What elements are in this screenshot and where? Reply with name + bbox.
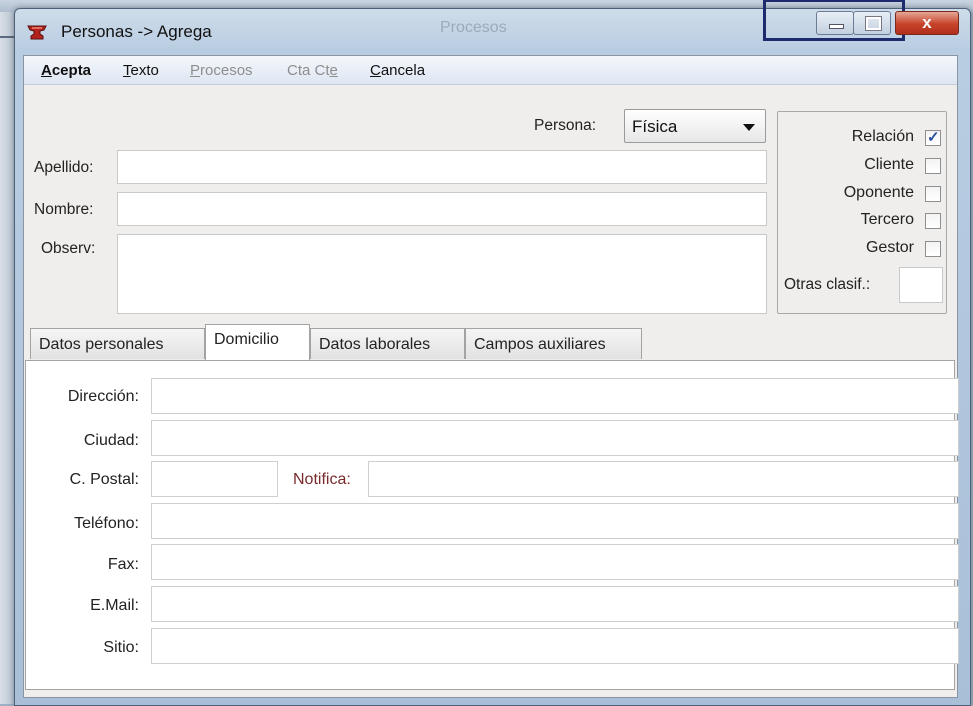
tab-datos-laborales[interactable]: Datos laborales xyxy=(310,328,465,359)
menu-texto[interactable]: Texto xyxy=(123,62,159,79)
apellido-field[interactable] xyxy=(117,150,767,184)
domicilio-panel: Dirección: Ciudad: C. Postal: Notifica: … xyxy=(25,360,959,690)
tab-campos-auxiliares[interactable]: Campos auxiliares xyxy=(465,328,642,359)
nombre-label: Nombre: xyxy=(34,201,94,218)
personas-window: Personas -> Agrega Procesos x Acepta Tex… xyxy=(14,0,971,706)
cliente-checkbox[interactable] xyxy=(925,158,941,174)
tercero-checkbox[interactable] xyxy=(925,213,941,229)
sitio-field[interactable] xyxy=(151,628,959,664)
notifica-label: Notifica: xyxy=(293,471,351,488)
minimize-icon xyxy=(829,24,844,29)
background-window-divider xyxy=(0,36,14,38)
close-icon: x xyxy=(922,13,932,32)
oponente-label: Oponente xyxy=(843,184,914,201)
ciudad-label: Ciudad: xyxy=(83,432,139,449)
telefono-label: Teléfono: xyxy=(74,515,139,532)
tab-domicilio[interactable]: Domicilio xyxy=(205,324,310,360)
minimize-button[interactable] xyxy=(816,11,854,35)
fax-field[interactable] xyxy=(151,544,959,580)
cpostal-label: C. Postal: xyxy=(69,471,139,488)
direccion-field[interactable] xyxy=(151,378,959,414)
menu-procesos[interactable]: Procesos xyxy=(190,62,253,79)
observ-label: Observ: xyxy=(41,240,96,257)
fax-label: Fax: xyxy=(107,556,139,573)
email-label: E.Mail: xyxy=(90,597,139,614)
checkmark-icon: ✓ xyxy=(927,129,940,146)
ciudad-field[interactable] xyxy=(151,420,959,456)
notifica-field[interactable] xyxy=(368,461,959,497)
clasificacion-group: Relación ✓ Cliente Oponente Tercero Gest… xyxy=(777,111,947,314)
email-field[interactable] xyxy=(151,586,959,622)
nombre-field[interactable] xyxy=(117,192,767,226)
menu-cancela[interactable]: Cancela xyxy=(370,62,425,79)
persona-label: Persona: xyxy=(534,117,597,134)
window-title: Personas -> Agrega xyxy=(61,22,212,41)
close-button[interactable]: x xyxy=(895,11,959,35)
menu-acepta[interactable]: Acepta xyxy=(41,62,91,79)
maximize-button[interactable] xyxy=(853,11,891,35)
oponente-checkbox[interactable] xyxy=(925,186,941,202)
apellido-label: Apellido: xyxy=(34,159,94,176)
observ-field[interactable] xyxy=(117,234,767,314)
otras-clasif-label: Otras clasif.: xyxy=(784,276,871,293)
otras-clasif-field[interactable] xyxy=(899,267,943,303)
gestor-checkbox[interactable] xyxy=(925,241,941,257)
gestor-label: Gestor xyxy=(865,239,914,256)
menu-bar: Acepta Texto Procesos Cta Cte Cancela xyxy=(24,56,957,85)
sitio-label: Sitio: xyxy=(103,639,139,656)
persona-select-value: Física xyxy=(632,117,678,136)
tercero-label: Tercero xyxy=(860,211,914,228)
menu-cta-cte[interactable]: Cta Cte xyxy=(287,62,338,79)
relacion-checkbox[interactable]: ✓ xyxy=(925,129,941,146)
persona-select[interactable]: Física xyxy=(624,109,766,143)
dropdown-arrow-icon xyxy=(743,124,755,131)
window-client-area: Acepta Texto Procesos Cta Cte Cancela Pe… xyxy=(23,55,959,698)
cliente-label: Cliente xyxy=(864,156,914,173)
direccion-label: Dirección: xyxy=(67,388,139,405)
tab-datos-personales[interactable]: Datos personales xyxy=(30,328,205,359)
background-window-edge xyxy=(0,12,14,704)
relacion-label: Relación xyxy=(851,128,914,145)
cpostal-field[interactable] xyxy=(151,461,278,497)
anvil-icon xyxy=(27,25,47,40)
telefono-field[interactable] xyxy=(151,503,959,539)
title-bar[interactable]: Personas -> Agrega Procesos x xyxy=(15,0,970,55)
background-window-title: Procesos xyxy=(440,19,507,36)
maximize-icon xyxy=(865,16,882,31)
